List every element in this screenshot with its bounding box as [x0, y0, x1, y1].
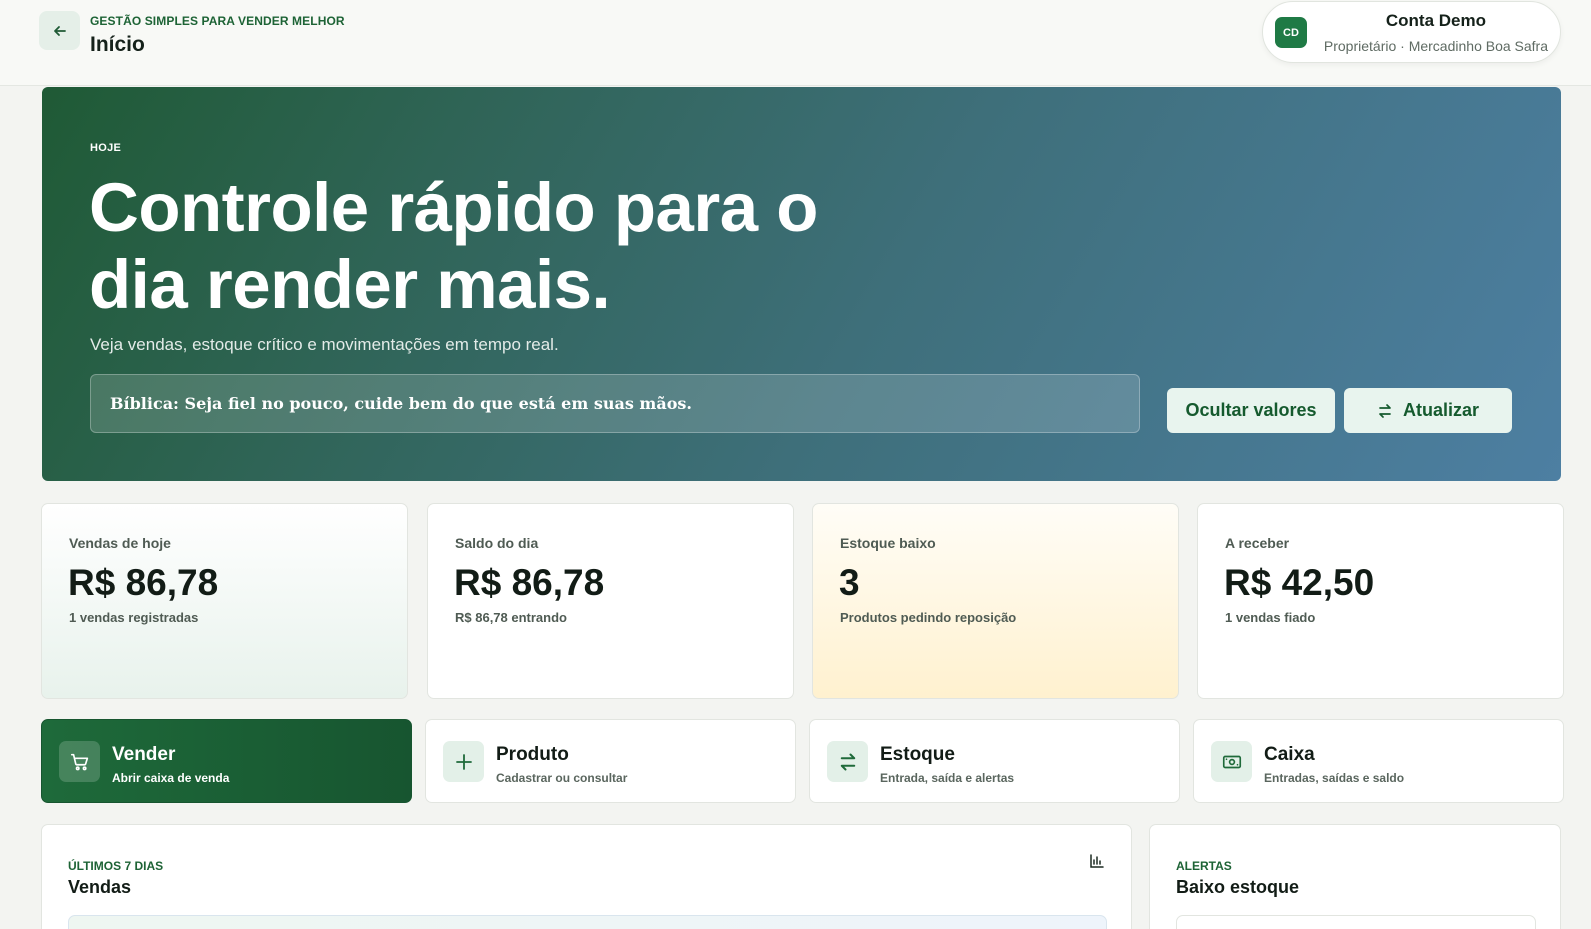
cart-icon	[59, 741, 100, 782]
top-bar: GESTÃO SIMPLES PARA VENDER MELHOR Início…	[0, 0, 1591, 86]
stat-value: R$ 86,78	[454, 562, 605, 603]
action-subtitle: Abrir caixa de venda	[112, 771, 230, 785]
panel-title: Vendas	[68, 877, 132, 897]
action-sell[interactable]: Vender Abrir caixa de venda	[41, 719, 412, 803]
bar-chart-icon[interactable]	[1089, 853, 1105, 874]
low-stock-list	[1176, 915, 1536, 929]
stat-value: R$ 42,50	[1224, 562, 1375, 603]
account-role: Proprietário · Mercadinho Boa Safra	[1323, 38, 1548, 54]
action-title: Produto	[496, 744, 569, 765]
plus-icon	[443, 741, 484, 782]
sales-chart-area	[68, 915, 1107, 929]
account-name: Conta Demo	[1385, 11, 1486, 30]
refresh-label: Atualizar	[1402, 400, 1480, 420]
hero-banner: HOJE Controle rápido para o dia render m…	[42, 87, 1561, 481]
action-stock[interactable]: Estoque Entrada, saída e alertas	[809, 719, 1180, 803]
stat-card-low-stock: Estoque baixo 3 Produtos pedindo reposiç…	[812, 503, 1179, 699]
hide-values-button[interactable]: Ocultar valores	[1167, 388, 1335, 433]
cash-icon	[1211, 741, 1252, 782]
panel-eyebrow: ALERTAS	[1176, 859, 1232, 873]
stat-note: R$ 86,78 entrando	[455, 610, 567, 625]
action-subtitle: Entrada, saída e alertas	[880, 771, 1015, 785]
action-subtitle: Entradas, saídas e saldo	[1264, 771, 1405, 785]
panel-eyebrow: ÚLTIMOS 7 DIAS	[68, 859, 164, 873]
panel-title: Baixo estoque	[1176, 877, 1300, 897]
stat-label: Estoque baixo	[840, 535, 936, 551]
verse-box: Bíblica: Seja fiel no pouco, cuide bem d…	[90, 374, 1140, 433]
stat-value: R$ 86,78	[68, 562, 219, 603]
hero-subtitle: Veja vendas, estoque crítico e movimenta…	[90, 335, 559, 354]
action-cash[interactable]: Caixa Entradas, saídas e saldo	[1193, 719, 1564, 803]
sales-panel: ÚLTIMOS 7 DIAS Vendas	[41, 824, 1132, 929]
stat-note: 1 vendas registradas	[69, 610, 199, 625]
swap-icon	[827, 741, 868, 782]
back-button[interactable]	[39, 11, 80, 50]
stat-note: Produtos pedindo reposição	[840, 610, 1017, 625]
stat-card-sales-today: Vendas de hoje R$ 86,78 1 vendas registr…	[41, 503, 408, 699]
action-title: Estoque	[880, 744, 955, 765]
action-title: Caixa	[1264, 744, 1315, 765]
alerts-panel: ALERTAS Baixo estoque	[1149, 824, 1561, 929]
swap-icon	[1379, 403, 1391, 418]
stat-card-receivable: A receber R$ 42,50 1 vendas fiado	[1197, 503, 1564, 699]
arrow-left-icon	[53, 25, 66, 36]
stat-label: A receber	[1225, 535, 1290, 551]
stat-card-day-balance: Saldo do dia R$ 86,78 R$ 86,78 entrando	[427, 503, 794, 699]
hide-values-label: Ocultar valores	[1185, 400, 1317, 420]
hero-eyebrow: HOJE	[90, 142, 122, 154]
action-product[interactable]: Produto Cadastrar ou consultar	[425, 719, 796, 803]
stat-label: Vendas de hoje	[69, 535, 171, 551]
avatar: CD	[1275, 17, 1307, 48]
stat-label: Saldo do dia	[455, 535, 539, 551]
app-tagline: GESTÃO SIMPLES PARA VENDER MELHOR	[90, 14, 345, 28]
refresh-button[interactable]: Atualizar	[1344, 388, 1512, 433]
account-menu[interactable]: CD Conta Demo Proprietário · Mercadinho …	[1262, 1, 1561, 63]
page-title: Início	[90, 33, 145, 56]
action-title: Vender	[112, 744, 176, 765]
stat-note: 1 vendas fiado	[1225, 610, 1316, 625]
action-subtitle: Cadastrar ou consultar	[496, 771, 628, 785]
stat-value: 3	[839, 562, 860, 603]
hero-title: Controle rápido para o dia render mais.	[89, 169, 818, 323]
